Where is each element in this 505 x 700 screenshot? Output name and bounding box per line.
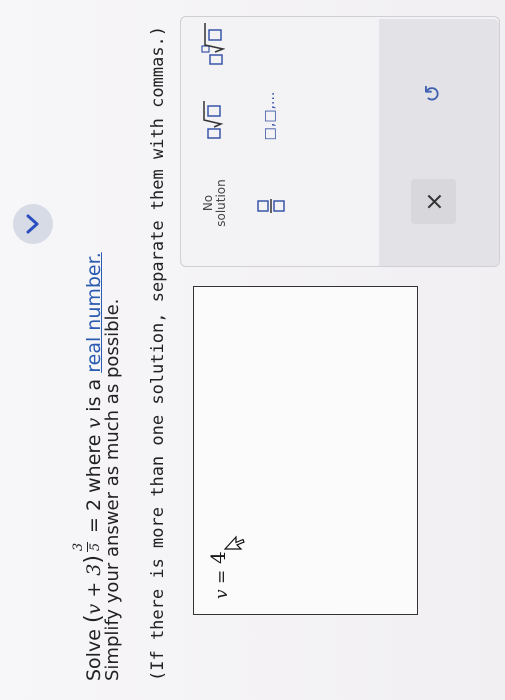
- exponent-numerator: 3: [71, 542, 86, 552]
- exponent-fraction: 35: [71, 542, 103, 553]
- chevron-down-icon: [26, 214, 39, 234]
- answer-value: 4: [206, 551, 230, 564]
- multiple-solution-instruction: (If there is more than one solution, sep…: [148, 25, 168, 681]
- exponent-denominator: 5: [88, 542, 103, 552]
- mouse-cursor-icon: [224, 535, 245, 550]
- collapse-toggle[interactable]: [13, 204, 53, 244]
- answer-input-box[interactable]: v = 4: [193, 286, 418, 615]
- no-solution-label-line2: solution: [214, 179, 228, 227]
- square-root-button[interactable]: [197, 97, 229, 141]
- list-template-button[interactable]: □,□,...: [253, 88, 287, 144]
- no-solution-button[interactable]: No solution: [195, 168, 235, 238]
- undo-button[interactable]: ↺: [411, 71, 456, 116]
- clear-button[interactable]: ×: [411, 179, 456, 224]
- undo-icon: ↺: [421, 84, 446, 103]
- square-root-template-icon: [203, 101, 224, 139]
- answer-variable-label: v =: [212, 569, 232, 599]
- math-input-palette: No solution □,□,... × ↺: [180, 16, 500, 267]
- fraction-template-icon: [257, 199, 285, 213]
- clear-x-icon: ×: [419, 191, 448, 212]
- nth-root-button[interactable]: [197, 20, 229, 66]
- fraction-button[interactable]: [251, 186, 291, 226]
- palette-action-bar: × ↺: [379, 19, 499, 266]
- simplify-instruction: Simplify your answer as much as possible…: [102, 298, 123, 681]
- list-template-label: □,□,...: [262, 91, 278, 141]
- nth-root-template-icon: [201, 23, 225, 65]
- problem-statement: Solve (v + 3) 3 5 = 2 where v is a real nu…: [71, 252, 106, 681]
- problem-screen: Solve (v + 3) 3 5 = 2 where v is a real nu…: [0, 0, 505, 700]
